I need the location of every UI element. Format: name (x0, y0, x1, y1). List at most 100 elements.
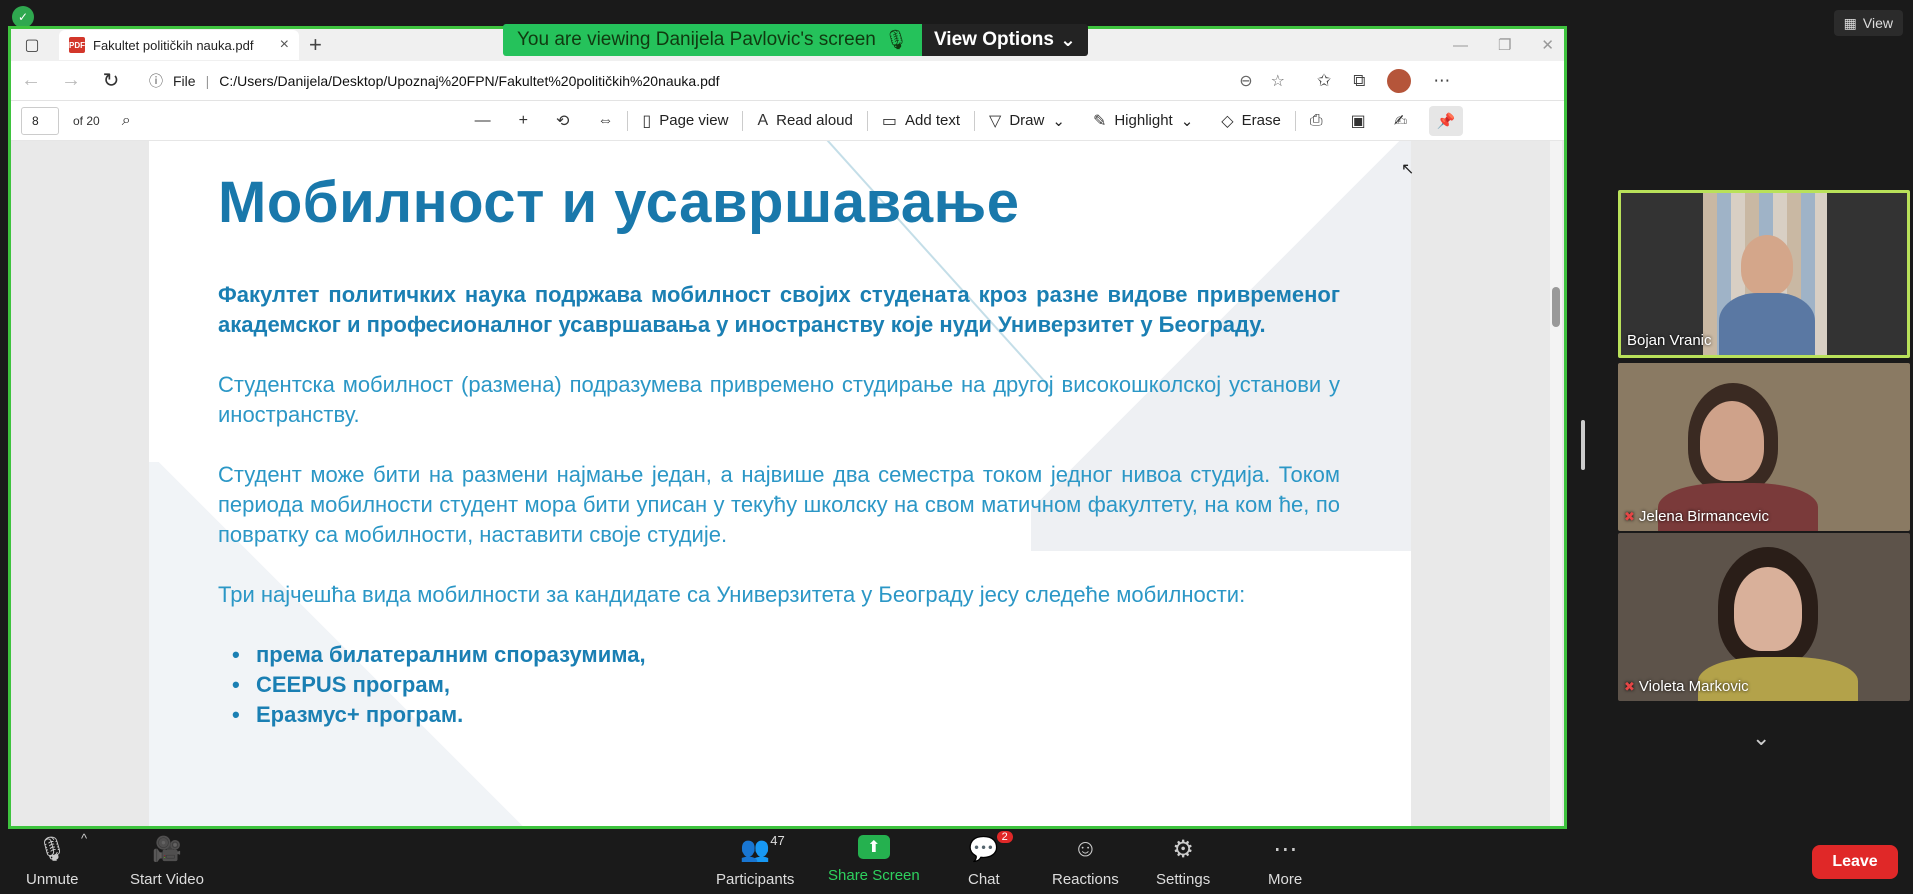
mic-muted-icon: ✖ (1624, 508, 1635, 524)
participant-name: ✖ Violeta Markovic (1624, 678, 1749, 695)
page-number-input[interactable]: 8 (21, 106, 59, 135)
close-tab-icon[interactable]: × (280, 36, 289, 54)
start-video-button[interactable]: 🎥 Start Video (130, 835, 204, 889)
minus-icon: — (474, 111, 491, 129)
mic-muted-icon: 🎙 ^ (37, 831, 88, 863)
pdf-toolbar: 8 of 20 ⌕ — + ⟲ ⇔ ▯ Page view A Read aloud… (11, 101, 1564, 141)
scrollbar[interactable] (1550, 141, 1562, 826)
scroll-thumb[interactable] (1552, 287, 1560, 327)
draw-button[interactable]: ▽ Draw ⌄ (975, 101, 1079, 141)
zoom-out-icon[interactable]: ⊖ (1239, 71, 1252, 91)
save-as-button[interactable]: ✍ (1380, 101, 1421, 141)
favorites-icon[interactable]: ✩ (1317, 71, 1331, 91)
url-scheme: File (173, 72, 196, 89)
gear-icon: ⚙ (1172, 835, 1194, 863)
page-view-icon: ▯ (642, 112, 652, 130)
erase-label: Erase (1241, 112, 1281, 129)
list-item: Еразмус+ програм. (218, 700, 1340, 730)
fit-page-button[interactable]: ⇔ (583, 101, 627, 141)
new-tab-icon[interactable]: + (309, 32, 322, 58)
participants-count: 47 (770, 833, 785, 848)
back-icon[interactable]: ← (11, 69, 51, 92)
save-icon: ▣ (1350, 112, 1366, 130)
viewing-text: You are viewing Danijela Pavlovic's scre… (517, 29, 876, 50)
chat-badge: 2 (996, 831, 1013, 843)
security-shield-icon[interactable]: ✓ (12, 6, 34, 28)
resize-handle[interactable] (1581, 420, 1585, 470)
reactions-button[interactable]: ☺ Reactions (1052, 835, 1119, 888)
view-button[interactable]: ▦ View (1833, 10, 1903, 36)
refresh-icon[interactable]: ↻ (91, 68, 131, 93)
page-view-button[interactable]: ▯ Page view (628, 101, 742, 141)
close-window-icon[interactable]: ✕ (1541, 36, 1554, 54)
participant-video[interactable]: ✖ Violeta Markovic (1618, 533, 1910, 701)
participant-video[interactable]: ✖ Jelena Birmancevic (1618, 363, 1910, 531)
url-text: C:/Users/Danijela/Desktop/Upoznaj%20FPN/… (219, 72, 720, 89)
unmute-label: Unmute (26, 871, 79, 888)
view-options-label: View Options (933, 29, 1054, 50)
share-screen-button[interactable]: ⬆ Share Screen (828, 835, 920, 884)
chevron-up-icon[interactable]: ^ (81, 831, 87, 846)
view-options-button[interactable]: View Options ⌄ (921, 24, 1088, 56)
chevron-down-icon[interactable]: ⌄ (1752, 725, 1770, 751)
chevron-down-icon[interactable]: ⌄ (1052, 112, 1065, 130)
paragraph: Студентска мобилност (размена) подразуме… (218, 372, 1340, 427)
unmute-button[interactable]: 🎙 ^ Unmute (26, 831, 88, 888)
zoom-out-button[interactable]: — (461, 101, 505, 141)
rotate-icon: ⟲ (556, 112, 570, 130)
search-icon[interactable]: ⌕ (122, 112, 131, 130)
erase-button[interactable]: ◇ Erase (1207, 101, 1295, 141)
add-text-button[interactable]: ▭ Add text (868, 101, 974, 141)
more-label: More (1268, 871, 1303, 888)
fit-icon: ⇔ (597, 111, 614, 129)
participant-body (1719, 293, 1815, 355)
chat-button[interactable]: 💬 2 Chat (968, 831, 1013, 888)
mic-muted-icon: 🎙 (883, 30, 908, 51)
zoom-window: ✓ ▦ View You are viewing Danijela Pavlov… (0, 0, 1913, 894)
minimize-icon[interactable]: — (1453, 37, 1468, 54)
shared-screen: ▢ PDF Fakultet političkih nauka.pdf × + … (8, 26, 1567, 829)
participant-head (1734, 567, 1802, 651)
pdf-file-icon: PDF (69, 37, 85, 53)
pin-toolbar-icon[interactable]: 📌 (1429, 105, 1464, 136)
tab-actions-icon[interactable]: ▢ (17, 30, 47, 60)
print-button[interactable]: ⎙ (1296, 101, 1337, 141)
window-controls: — ❐ ✕ (1453, 29, 1554, 61)
participants-button[interactable]: 👥 47 Participants (716, 833, 794, 888)
settings-button[interactable]: ⚙ Settings (1156, 835, 1210, 889)
page-heading: Мобилност и усавршавање (218, 170, 1020, 235)
video-off-icon: 🎥 (152, 835, 182, 863)
profile-avatar[interactable] (1387, 68, 1412, 93)
save-button[interactable]: ▣ (1337, 101, 1380, 141)
collections-icon[interactable]: ⧉ (1353, 71, 1365, 91)
page-view-label: Page view (659, 112, 729, 129)
forward-icon[interactable]: → (51, 69, 91, 92)
participant-name-text: Bojan Vranic (1627, 332, 1712, 349)
share-screen-icon: ⬆ (857, 835, 890, 859)
participants-icon: 👥 47 (740, 833, 785, 863)
pdf-page: Мобилност и усавршавање Факултет политич… (149, 141, 1411, 826)
grid-icon: ▦ (1843, 14, 1857, 31)
chevron-down-icon[interactable]: ⌄ (1181, 112, 1194, 130)
url-field[interactable]: ⓘ File | C:/Users/Danijela/Desktop/Upozn… (137, 65, 1297, 96)
zoom-in-button[interactable]: + (505, 101, 542, 141)
mobility-list: према билатералним споразумима, CEEPUS п… (218, 640, 1340, 730)
eraser-icon: ◇ (1221, 112, 1234, 130)
screen-share-banner: You are viewing Danijela Pavlovic's scre… (503, 24, 1088, 56)
chat-icon: 💬 2 (969, 831, 1013, 863)
rotate-button[interactable]: ⟲ (542, 101, 583, 141)
read-aloud-label: Read aloud (776, 112, 853, 129)
leave-button[interactable]: Leave (1812, 845, 1898, 879)
list-item: према билатералним споразумима, (218, 640, 1340, 670)
restore-icon[interactable]: ❐ (1498, 36, 1511, 54)
more-menu-icon[interactable]: ⋯ (1433, 71, 1450, 91)
participant-video[interactable]: Bojan Vranic (1618, 190, 1910, 358)
read-aloud-button[interactable]: A Read aloud (743, 101, 866, 141)
more-button[interactable]: ⋯ More (1268, 835, 1303, 889)
viewing-notice: You are viewing Danijela Pavlovic's scre… (503, 24, 922, 56)
meeting-toolbar: 🎙 ^ Unmute 🎥 Start Video 👥 47 Participants… (0, 829, 1913, 894)
chevron-down-icon: ⌄ (1059, 29, 1076, 51)
add-favorite-icon[interactable]: ☆ (1271, 71, 1285, 91)
browser-tab[interactable]: PDF Fakultet političkih nauka.pdf × (59, 30, 299, 60)
highlight-button[interactable]: ✎ Highlight ⌄ (1079, 101, 1207, 141)
